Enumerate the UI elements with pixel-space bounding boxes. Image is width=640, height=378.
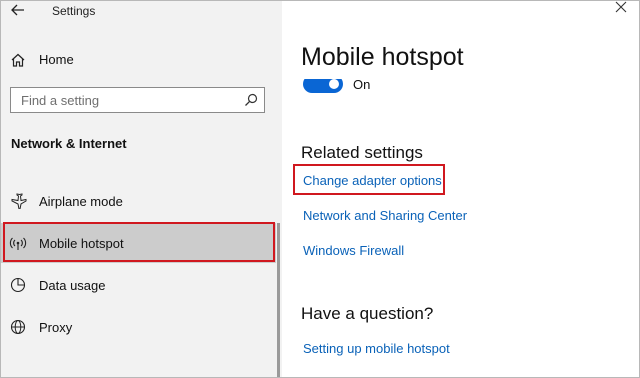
nav-item-mobile-hotspot[interactable]: Mobile hotspot: [1, 223, 276, 263]
nav-item-label: Mobile hotspot: [39, 236, 124, 251]
navigation-pane: Settings Home Network & Internet: [1, 1, 282, 377]
search-icon[interactable]: [244, 93, 258, 107]
have-a-question-heading: Have a question?: [301, 304, 434, 323]
nav-item-home[interactable]: Home: [1, 45, 276, 75]
nav-section-heading: Network & Internet: [11, 136, 127, 151]
airplane-icon: [9, 193, 27, 209]
title-bar: Settings: [1, 1, 282, 21]
toggle-knob: [329, 79, 339, 89]
search-input[interactable]: [11, 88, 236, 112]
home-label: Home: [39, 52, 74, 67]
link-change-adapter-options[interactable]: Change adapter options: [303, 173, 442, 188]
toggle-state-label: On: [353, 77, 371, 92]
nav-item-label: Airplane mode: [39, 194, 123, 209]
nav-item-label: Proxy: [39, 320, 73, 335]
app-title: Settings: [52, 4, 96, 18]
link-windows-firewall[interactable]: Windows Firewall: [303, 243, 404, 258]
nav-scrollbar[interactable]: [277, 223, 280, 377]
nav-item-proxy[interactable]: Proxy: [1, 307, 276, 347]
back-arrow-icon[interactable]: [9, 1, 27, 19]
page-title: Mobile hotspot: [301, 43, 464, 71]
home-icon: [10, 52, 26, 68]
settings-window: Settings Home Network & Internet: [0, 0, 640, 378]
nav-item-airplane-mode[interactable]: Airplane mode: [1, 181, 276, 221]
search-box: [10, 87, 265, 113]
link-network-and-sharing-center[interactable]: Network and Sharing Center: [303, 208, 467, 223]
close-icon[interactable]: [615, 1, 627, 13]
related-settings-heading: Related settings: [301, 143, 423, 162]
content-pane: Mobile hotspot On Related settings Chang…: [282, 1, 639, 377]
nav-item-label: Data usage: [39, 278, 106, 293]
globe-icon: [9, 319, 27, 335]
link-setting-up-mobile-hotspot[interactable]: Setting up mobile hotspot: [303, 341, 450, 356]
scroll-clip-edge: [282, 73, 639, 79]
nav-item-data-usage[interactable]: Data usage: [1, 265, 276, 305]
hotspot-icon: [9, 235, 27, 251]
data-usage-icon: [9, 277, 27, 293]
